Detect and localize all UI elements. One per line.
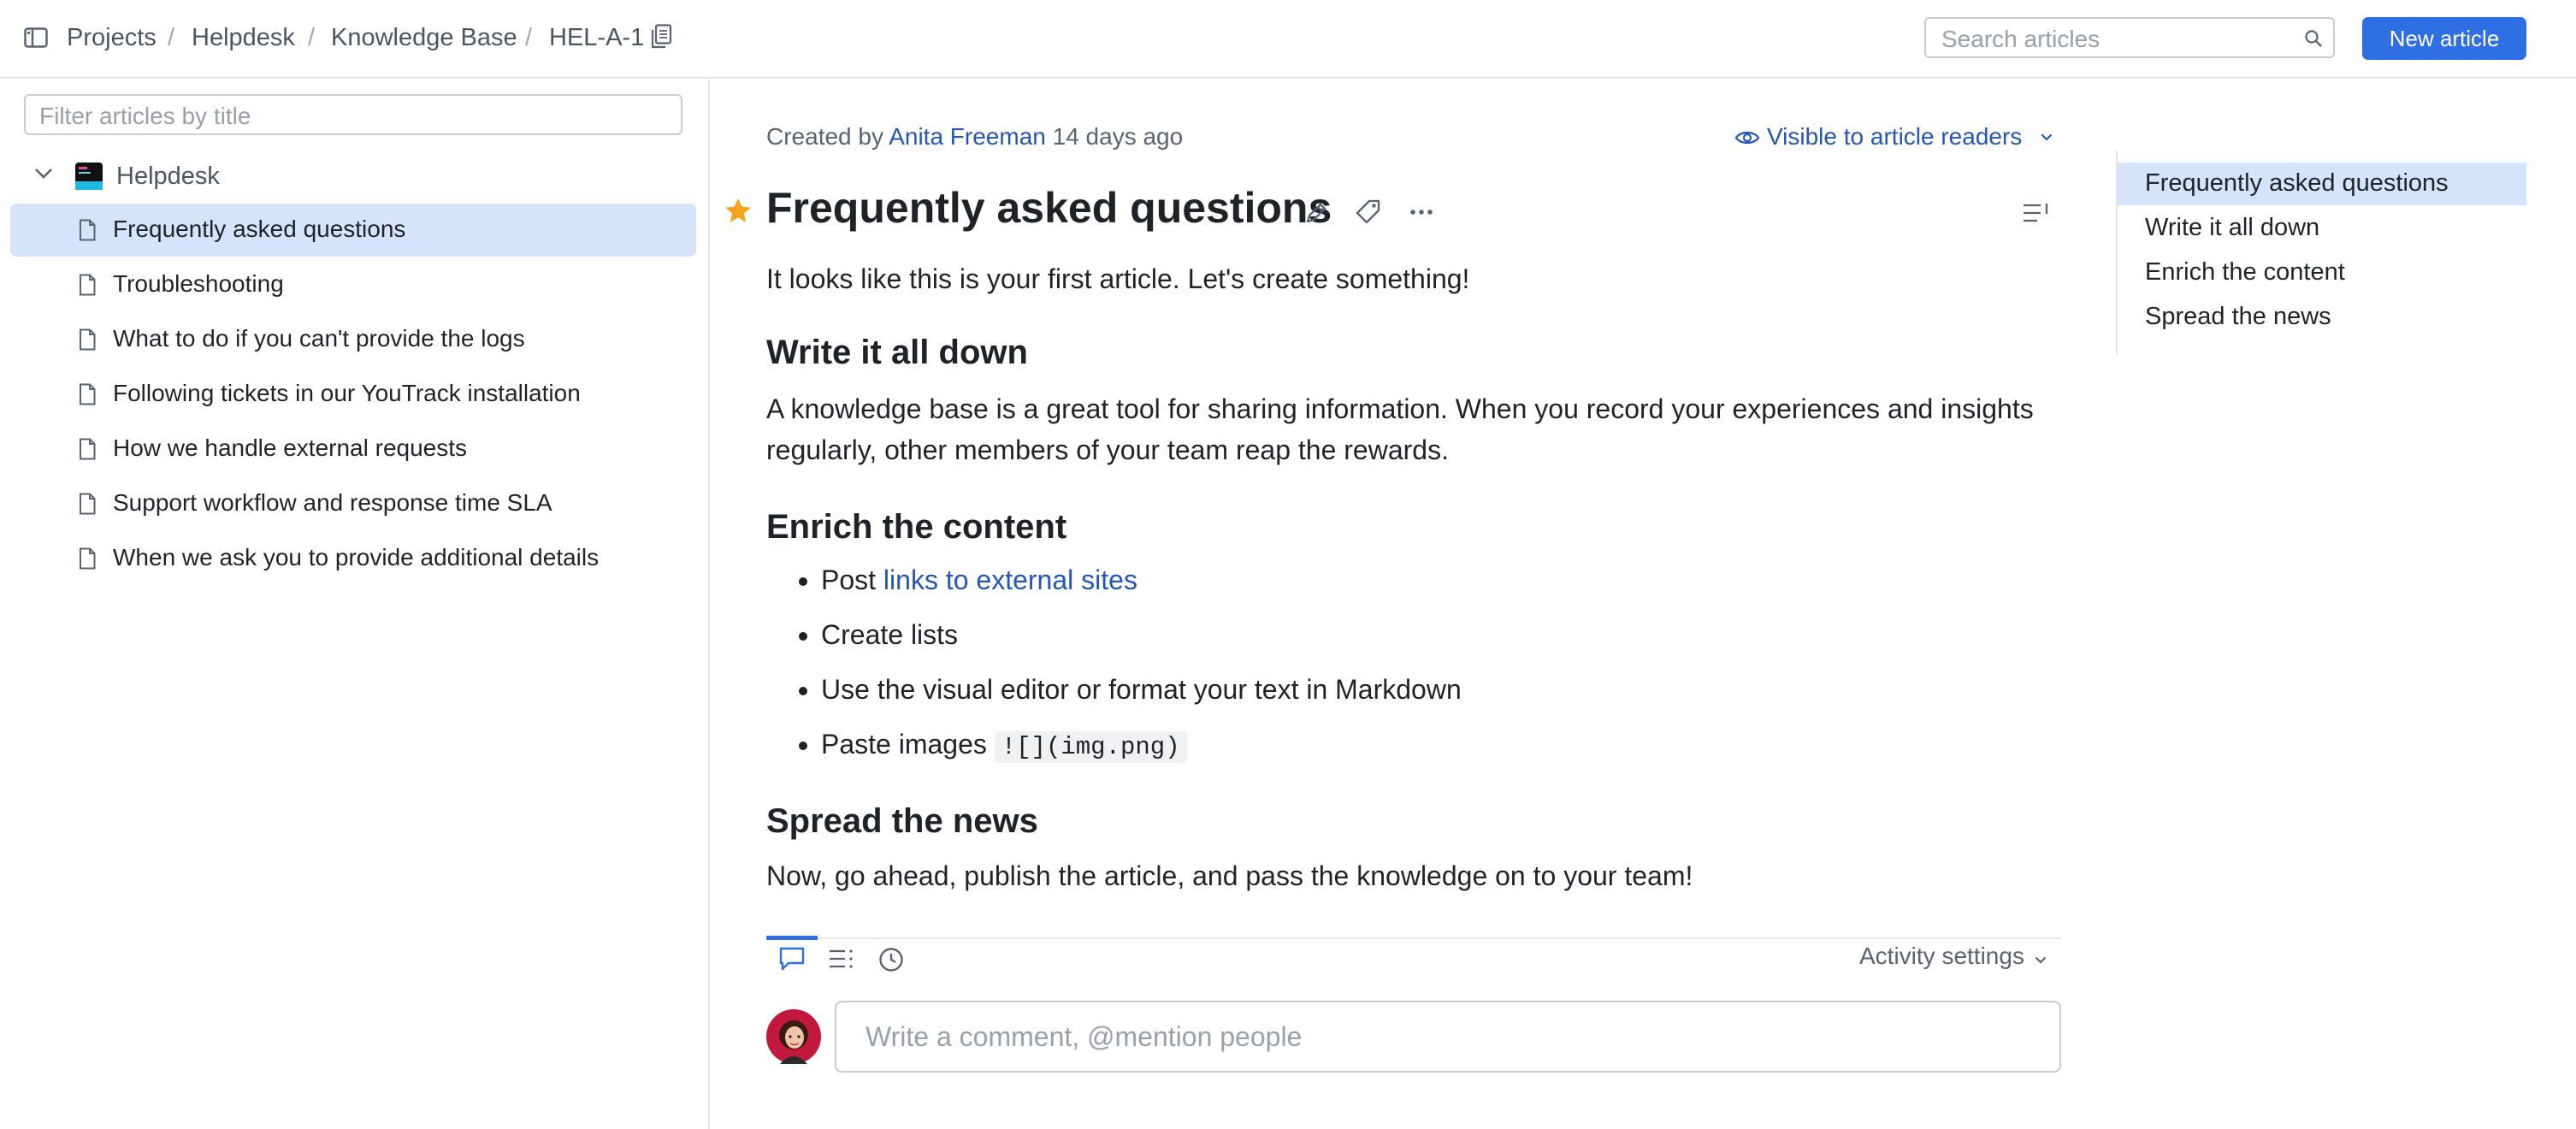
comments-tab-icon[interactable] [778, 946, 806, 972]
breadcrumb-knowledge-base[interactable]: Knowledge Base [331, 22, 517, 53]
star-icon[interactable] [724, 197, 753, 226]
filter-articles-input[interactable]: Filter articles by title [24, 94, 682, 135]
visibility-label: Visible to article readers [1767, 123, 2023, 150]
article-icon [80, 493, 96, 515]
project-name[interactable]: Helpdesk [116, 163, 220, 191]
active-tab-indicator [766, 936, 818, 940]
created-ago: 14 days ago [1052, 123, 1184, 150]
breadcrumb-helpdesk[interactable]: Helpdesk [192, 22, 295, 53]
article-intro: It looks like this is your first article… [766, 263, 1470, 294]
inline-code: ![](img.png) [994, 731, 1187, 763]
list-item: Use the visual editor or format your tex… [799, 674, 1462, 706]
sidebar-item-label: Frequently asked questions [113, 216, 406, 242]
sidebar-item-label: When we ask you to provide additional de… [113, 544, 600, 570]
section-paragraph-line: A knowledge base is a great tool for sha… [766, 393, 2034, 424]
external-sites-link[interactable]: links to external sites [883, 564, 1137, 595]
section-paragraph-line: regularly, other members of your team re… [766, 434, 1449, 465]
sidebar-item-label: Following tickets in our YouTrack instal… [113, 380, 581, 406]
sidebar-item-following-tickets[interactable]: Following tickets in our YouTrack instal… [10, 368, 696, 421]
sidebar-item-label: How we handle external requests [113, 434, 468, 461]
toc-item-enrich-the-content[interactable]: Enrich the content [2118, 251, 2526, 294]
chevron-down-icon[interactable] [34, 168, 53, 180]
sidebar-item-label: Troubleshooting [113, 270, 284, 297]
edit-icon[interactable] [1303, 200, 1329, 226]
clock-icon[interactable] [877, 946, 905, 973]
list-item: Post links to external sites [799, 564, 1137, 596]
eye-icon [1734, 131, 1760, 145]
toc-item-label: Frequently asked questions [2145, 169, 2449, 197]
article-tree-sidebar: Filter articles by title Helpdesk Freque… [0, 80, 710, 1129]
toc-item-spread-the-news[interactable]: Spread the news [2118, 296, 2526, 339]
sidebar-item-external-requests[interactable]: How we handle external requests [10, 423, 696, 476]
toc-item-label: Write it all down [2145, 214, 2320, 241]
activity-settings-label: Activity settings [1859, 943, 2024, 969]
list-item-text: Use the visual editor or format your tex… [821, 674, 1462, 705]
search-icon [2305, 30, 2322, 47]
comment-input[interactable]: Write a comment, @mention people [835, 1001, 2061, 1073]
article-icon [80, 438, 96, 460]
activity-divider [766, 937, 2061, 939]
sidebar-toggle-icon[interactable] [24, 27, 48, 48]
filter-placeholder: Filter articles by title [39, 103, 251, 129]
breadcrumb-article-id: HEL-A-1 [549, 24, 645, 51]
breadcrumb-projects[interactable]: Projects [67, 22, 157, 53]
author-link[interactable]: Anita Freeman [889, 123, 1046, 150]
sidebar-item-troubleshooting[interactable]: Troubleshooting [10, 258, 696, 311]
list-item: Create lists [799, 619, 959, 651]
new-article-button[interactable]: New article [2362, 17, 2526, 60]
article-icon [80, 219, 96, 241]
article-title: Frequently asked questions [766, 184, 1332, 232]
list-item: Paste images ![](img.png) [799, 729, 1187, 763]
avatar [766, 1009, 821, 1064]
bullet-dot [799, 632, 807, 641]
breadcrumb-separator: / [168, 24, 175, 51]
list-item-text: Post [821, 564, 877, 595]
chevron-down-icon [2035, 956, 2047, 964]
section-heading: Spread the news [766, 802, 1038, 840]
article-icon [80, 328, 96, 351]
history-list-tab-icon[interactable] [828, 948, 855, 970]
top-bar: Projects / Helpdesk / Knowledge Base / H… [0, 0, 2576, 79]
search-placeholder: Search articles [1941, 26, 2100, 52]
article-icon [80, 383, 96, 405]
sidebar-item-additional-details[interactable]: When we ask you to provide additional de… [10, 532, 696, 585]
project-logo-icon [75, 163, 103, 190]
sidebar-item-logs[interactable]: What to do if you can't provide the logs [10, 313, 696, 366]
more-options-icon[interactable] [1409, 209, 1433, 216]
article-meta: Created by Anita Freeman 14 days ago [766, 123, 1183, 151]
comment-placeholder: Write a comment, @mention people [866, 1021, 1303, 1052]
breadcrumb-separator: / [525, 24, 533, 51]
table-of-contents-icon[interactable] [2022, 202, 2049, 224]
list-item-text: Create lists [821, 619, 959, 650]
breadcrumb-separator: / [308, 24, 316, 51]
sidebar-item-faq[interactable]: Frequently asked questions [10, 204, 696, 257]
copy-icon[interactable] [650, 24, 672, 50]
created-by-label: Created by [766, 123, 883, 150]
toc-item-write-it-all-down[interactable]: Write it all down [2118, 207, 2526, 250]
bullet-dot [799, 577, 807, 586]
toc-item-faq[interactable]: Frequently asked questions [2118, 163, 2526, 205]
sidebar-item-label: What to do if you can't provide the logs [113, 325, 525, 352]
tag-icon[interactable] [1355, 198, 1382, 226]
toc-item-label: Enrich the content [2145, 258, 2345, 286]
section-paragraph: Now, go ahead, publish the article, and … [766, 860, 1693, 891]
bullet-dot [799, 742, 807, 750]
section-heading: Write it all down [766, 334, 1028, 371]
search-input[interactable]: Search articles [1924, 17, 2335, 58]
bullet-dot [799, 687, 807, 695]
list-item-text: Paste images [821, 729, 987, 760]
section-heading: Enrich the content [766, 508, 1067, 546]
chevron-down-icon [2041, 133, 2053, 141]
sidebar-item-label: Support workflow and response time SLA [113, 489, 552, 516]
toc-item-label: Spread the news [2145, 303, 2331, 330]
activity-settings-dropdown[interactable]: Activity settings [1859, 943, 2047, 970]
sidebar-item-support-workflow[interactable]: Support workflow and response time SLA [10, 477, 696, 530]
article-icon [80, 547, 96, 570]
article-icon [80, 274, 96, 296]
